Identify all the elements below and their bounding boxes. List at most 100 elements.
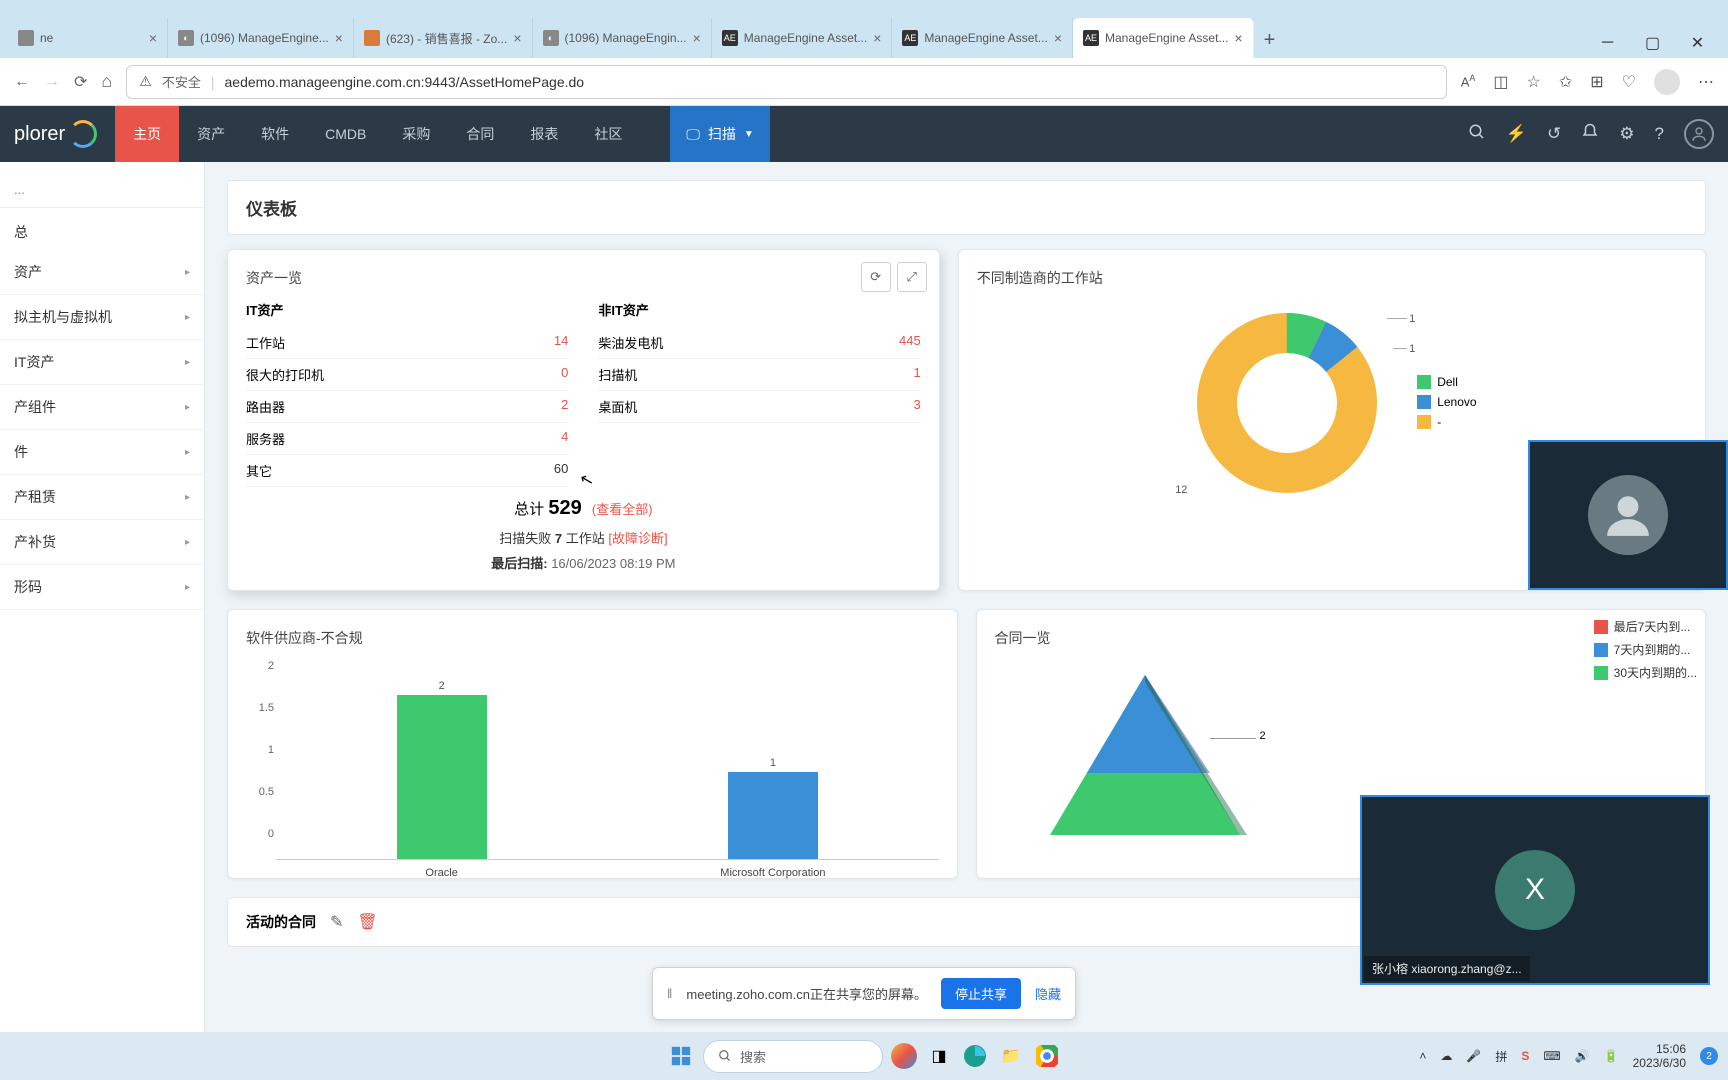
- browser-tab[interactable]: AEManageEngine Asset...×: [892, 18, 1073, 58]
- nav-item-CMDB[interactable]: CMDB: [307, 106, 384, 162]
- forward-button[interactable]: →: [44, 73, 60, 91]
- video-tile-self[interactable]: [1528, 440, 1728, 590]
- sidebar-item[interactable]: 产补货▸: [0, 520, 204, 565]
- asset-row: 柴油发电机445: [598, 327, 920, 359]
- tray-mic-icon[interactable]: 🎤: [1466, 1049, 1481, 1063]
- tray-keyboard-icon[interactable]: ⌨: [1543, 1049, 1560, 1063]
- view-all-link[interactable]: (查看全部): [592, 502, 653, 517]
- tray-battery-icon[interactable]: 🔋: [1604, 1049, 1619, 1063]
- start-button[interactable]: [667, 1042, 695, 1070]
- app-logo[interactable]: plorer: [14, 120, 97, 148]
- home-button[interactable]: ⌂: [101, 71, 112, 92]
- nav-item-主页[interactable]: 主页: [115, 106, 179, 162]
- reader-icon[interactable]: ◫: [1493, 72, 1508, 92]
- nav-item-采购[interactable]: 采购: [384, 106, 448, 162]
- close-tab-icon[interactable]: ×: [1234, 30, 1242, 46]
- close-tab-icon[interactable]: ×: [693, 30, 701, 46]
- sidebar-search[interactable]: ...: [0, 172, 204, 208]
- browser-tab[interactable]: AEManageEngine Asset...×: [712, 18, 893, 58]
- diagnose-link[interactable]: [故障诊断]: [608, 531, 667, 546]
- user-menu[interactable]: [1684, 119, 1714, 149]
- browser-tab[interactable]: ◐(1096) ManageEngin...×: [533, 18, 712, 58]
- maximize-button[interactable]: ▢: [1630, 28, 1675, 58]
- tray-clock[interactable]: 15:06 2023/6/30: [1633, 1042, 1686, 1071]
- search-icon[interactable]: [1468, 123, 1486, 146]
- tray-chevron-icon[interactable]: ˄: [1419, 1049, 1426, 1063]
- stop-sharing-button[interactable]: 停止共享: [941, 978, 1021, 1009]
- monitor-icon: 🖵: [686, 126, 700, 143]
- close-tab-icon[interactable]: ×: [873, 30, 881, 46]
- delete-icon[interactable]: 🗑: [357, 912, 377, 932]
- collections-icon[interactable]: ⊞: [1590, 72, 1603, 92]
- expand-card-button[interactable]: ⤢: [897, 262, 927, 292]
- total-row: 总计 529 (查看全部): [246, 487, 921, 520]
- edit-icon[interactable]: ✎: [330, 912, 343, 932]
- participant-name: 张小榕 xiaorong.zhang@z...: [1364, 956, 1530, 981]
- bell-icon[interactable]: [1581, 123, 1599, 146]
- taskbar-app-edge[interactable]: [961, 1042, 989, 1070]
- taskbar-search[interactable]: 搜索: [703, 1040, 883, 1073]
- refresh-card-button[interactable]: ⟳: [861, 262, 891, 292]
- video-tile-participant[interactable]: X 张小榕 xiaorong.zhang@z...: [1360, 795, 1710, 985]
- favicon-icon: ◐: [178, 30, 194, 46]
- sidebar-item[interactable]: 拟主机与虚拟机▸: [0, 295, 204, 340]
- gear-icon[interactable]: ⚙: [1619, 124, 1634, 144]
- legend-swatch-icon: [1417, 395, 1431, 409]
- taskbar-app-chrome[interactable]: [1033, 1042, 1061, 1070]
- menu-button[interactable]: ⋯: [1698, 72, 1714, 92]
- security-label: 不安全: [162, 72, 201, 91]
- browser-tab[interactable]: AEManageEngine Asset...×: [1073, 18, 1254, 58]
- minimize-button[interactable]: ─: [1585, 28, 1630, 58]
- browser-tab[interactable]: ◐(1096) ManageEngine...×: [168, 18, 354, 58]
- close-tab-icon[interactable]: ×: [1054, 30, 1062, 46]
- header-actions: ⚡ ↺ ⚙ ?: [1468, 119, 1714, 149]
- bolt-icon[interactable]: ⚡: [1506, 124, 1527, 144]
- text-size-icon[interactable]: AA: [1461, 73, 1476, 89]
- browser-tab[interactable]: (623) - 销售喜报 - Zo...×: [354, 18, 533, 58]
- tray-onedrive-icon[interactable]: ☁: [1440, 1049, 1452, 1063]
- sidebar-item[interactable]: 资产▸: [0, 250, 204, 295]
- main-nav: 主页资产软件CMDB采购合同报表社区: [115, 106, 640, 162]
- browser-tab[interactable]: ne×: [8, 18, 168, 58]
- pause-icon[interactable]: ‖: [667, 986, 672, 1001]
- nav-item-报表[interactable]: 报表: [512, 106, 576, 162]
- sidebar-item[interactable]: 产组件▸: [0, 385, 204, 430]
- close-tab-icon[interactable]: ×: [335, 30, 343, 46]
- nav-item-资产[interactable]: 资产: [179, 106, 243, 162]
- tray-notification-icon[interactable]: 2: [1700, 1047, 1718, 1065]
- address-bar: ← → ⟳ ⌂ ⚠ 不安全 | aedemo.manageengine.com.…: [0, 58, 1728, 106]
- close-tab-icon[interactable]: ×: [149, 30, 157, 46]
- scan-button[interactable]: 🖵 扫描 ▼: [670, 106, 769, 162]
- asset-row: 很大的打印机0: [246, 359, 568, 391]
- taskbar-app-explorer[interactable]: 📁: [997, 1042, 1025, 1070]
- sidebar-item[interactable]: 产租赁▸: [0, 475, 204, 520]
- sidebar-item[interactable]: IT资产▸: [0, 340, 204, 385]
- back-button[interactable]: ←: [14, 73, 30, 91]
- help-icon[interactable]: ?: [1655, 124, 1664, 144]
- favorite-icon[interactable]: ☆: [1527, 72, 1541, 92]
- sidebar-item[interactable]: 形码▸: [0, 565, 204, 610]
- bar-group: 2Oracle: [293, 680, 591, 859]
- tray-ime-icon[interactable]: 拼: [1495, 1048, 1507, 1065]
- favorites-bar-icon[interactable]: ✩: [1559, 72, 1572, 92]
- profile-button[interactable]: [1654, 69, 1680, 95]
- taskbar-app-task-view[interactable]: ◨: [925, 1042, 953, 1070]
- nav-item-社区[interactable]: 社区: [576, 106, 640, 162]
- close-window-button[interactable]: ✕: [1675, 28, 1720, 58]
- tray-sogou-icon[interactable]: S: [1521, 1049, 1529, 1063]
- extensions-icon[interactable]: ♡: [1622, 72, 1636, 92]
- favicon-icon: AE: [902, 30, 918, 46]
- tray-volume-icon[interactable]: 🔊: [1575, 1049, 1590, 1063]
- hide-sharing-button[interactable]: 隐藏: [1035, 984, 1061, 1003]
- refresh-button[interactable]: ⟳: [74, 72, 87, 92]
- close-tab-icon[interactable]: ×: [513, 30, 521, 46]
- url-input[interactable]: ⚠ 不安全 | aedemo.manageengine.com.cn:9443/…: [126, 65, 1446, 99]
- nav-item-合同[interactable]: 合同: [448, 106, 512, 162]
- sidebar-item[interactable]: 件▸: [0, 430, 204, 475]
- taskbar-app-widget[interactable]: [891, 1043, 917, 1069]
- new-tab-button[interactable]: +: [1254, 23, 1286, 58]
- history-icon[interactable]: ↺: [1547, 124, 1561, 144]
- legend-swatch-icon: [1417, 415, 1431, 429]
- asset-row: 其它60: [246, 455, 568, 487]
- nav-item-软件[interactable]: 软件: [243, 106, 307, 162]
